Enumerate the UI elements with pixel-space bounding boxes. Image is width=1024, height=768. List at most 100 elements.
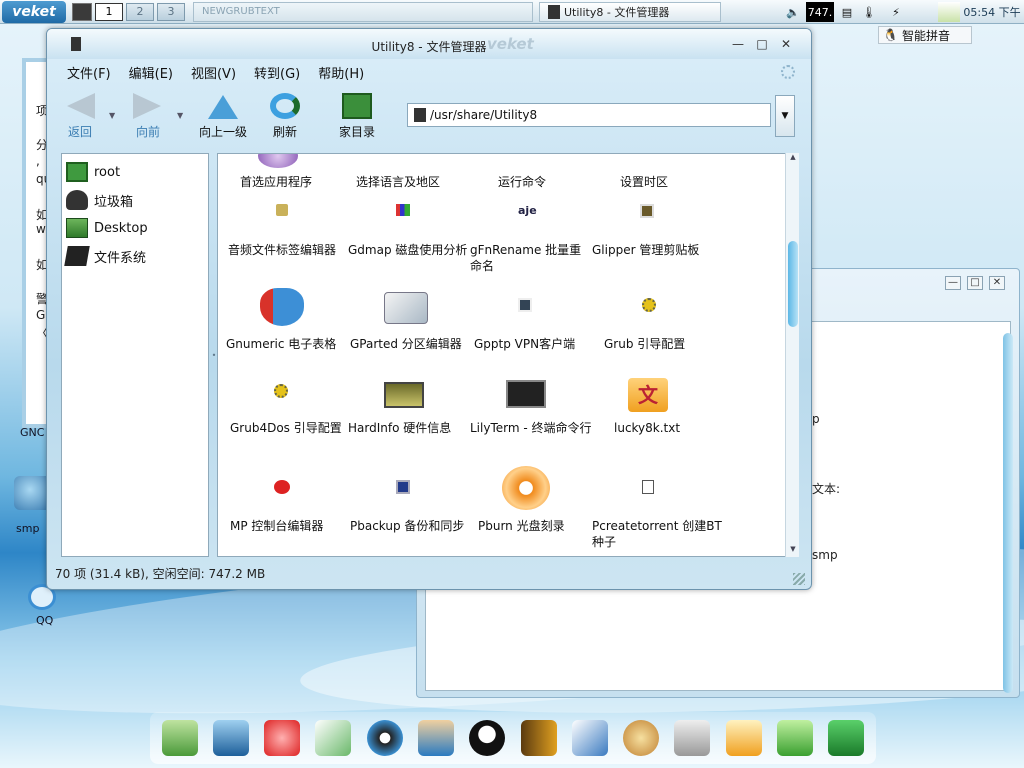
palette-dock-icon[interactable] — [623, 720, 660, 756]
menu-help[interactable]: 帮助(H) — [318, 63, 364, 82]
file-item[interactable]: 音频文件标签编辑器 — [228, 242, 350, 258]
file-label: lucky8k.txt — [614, 421, 681, 435]
cpu-monitor-icon[interactable] — [938, 2, 960, 22]
sidebar-item-filesystem[interactable]: 文件系统 — [62, 242, 208, 270]
menu-view[interactable]: 视图(V) — [191, 63, 236, 82]
games-dock-icon[interactable] — [725, 720, 762, 756]
media-player-dock-icon[interactable] — [366, 720, 403, 756]
sidebar-item-desktop[interactable]: Desktop — [62, 214, 208, 242]
volume-icon[interactable]: 🔈 — [782, 2, 804, 22]
maximize-button[interactable]: □ — [967, 276, 983, 290]
file-label: 运行命令 — [498, 175, 547, 189]
menu-file[interactable]: 文件(F) — [67, 63, 111, 82]
file-item[interactable]: gFnRename 批量重命名 — [470, 242, 592, 274]
input-method-indicator[interactable]: 🐧 智能拼音 — [878, 26, 972, 44]
clock[interactable]: 05:54 下午 — [962, 2, 1022, 22]
vertical-scrollbar[interactable]: ▲ ▼ — [785, 153, 799, 557]
notebook-dock-icon[interactable] — [520, 720, 557, 756]
back-button[interactable]: 返回 — [63, 93, 97, 140]
camera-dock-icon[interactable] — [828, 720, 865, 756]
file-item[interactable]: 运行命令 — [498, 174, 578, 190]
file-label: Pcreatetorrent 创建BT种子 — [592, 519, 722, 549]
chart-dock-icon[interactable] — [571, 720, 608, 756]
menu-logo-button[interactable]: veket — [2, 0, 66, 23]
scroll-up-icon[interactable]: ▲ — [786, 153, 800, 165]
desktop-icon-label[interactable]: QQ — [36, 614, 53, 627]
file-item[interactable]: lucky8k.txt — [614, 420, 736, 436]
refresh-button[interactable]: 刷新 — [267, 93, 303, 140]
minimize-button[interactable]: — — [731, 38, 745, 50]
file-item[interactable]: MP 控制台编辑器 — [230, 518, 352, 534]
file-item[interactable]: LilyTerm - 终端命令行 — [470, 420, 592, 436]
location-dropdown-button[interactable]: ▼ — [775, 95, 795, 137]
file-item[interactable]: Grub 引导配置 — [604, 336, 726, 352]
file-item[interactable]: HardInfo 硬件信息 — [348, 420, 470, 436]
file-item[interactable]: 设置时区 — [620, 174, 742, 190]
workspace-2[interactable]: 2 — [126, 2, 154, 21]
sidebar-item-label: 垃圾箱 — [94, 194, 134, 210]
file-item[interactable]: Grub4Dos 引导配置 — [230, 420, 352, 436]
file-item[interactable]: Gpptp VPN客户端 — [474, 336, 596, 352]
menu-bar: 文件(F) 编辑(E) 视图(V) 转到(G) 帮助(H) — [67, 63, 364, 82]
sidebar-item-root[interactable]: root — [62, 158, 208, 186]
home-button[interactable]: 家目录 — [333, 93, 381, 140]
resize-grip-icon[interactable] — [793, 573, 805, 585]
file-item[interactable]: 首选应用程序 — [240, 174, 362, 190]
up-label: 向上一级 — [198, 125, 247, 139]
task-button-active[interactable]: Utility8 - 文件管理器 — [539, 1, 721, 22]
file-label: Grub 引导配置 — [604, 337, 686, 351]
file-manager-dock-icon[interactable] — [161, 720, 198, 756]
file-label: 首选应用程序 — [240, 175, 313, 189]
file-label: 设置时区 — [620, 175, 669, 189]
sidebar-item-trash[interactable]: 垃圾箱 — [62, 186, 208, 214]
file-item[interactable]: Glipper 管理剪贴板 — [592, 242, 722, 258]
file-item[interactable]: GParted 分区编辑器 — [350, 336, 472, 352]
desktop-icon-label[interactable]: smp — [16, 522, 39, 535]
file-item[interactable]: Pburn 光盘刻录 — [478, 518, 600, 534]
maximize-button[interactable]: □ — [755, 38, 769, 50]
qq-penguin-dock-icon[interactable] — [469, 720, 506, 756]
task-label: Utility8 - 文件管理器 — [564, 5, 670, 19]
volume-level[interactable]: 747. — [806, 2, 834, 22]
forward-button[interactable]: 向前 — [131, 93, 165, 140]
location-input[interactable]: /usr/share/Utility8 — [407, 103, 771, 127]
workspace-1[interactable]: 1 — [95, 2, 123, 21]
desktop-icon-label[interactable]: GNC — [20, 426, 44, 439]
file-label: LilyTerm - 终端命令行 — [470, 421, 592, 435]
menu-edit[interactable]: 编辑(E) — [129, 63, 173, 82]
workspace-3[interactable]: 3 — [157, 2, 185, 21]
sidebar-item-label: 文件系统 — [94, 250, 147, 266]
file-item[interactable]: Gdmap 磁盘使用分析 — [348, 242, 470, 258]
back-history-dropdown-icon[interactable]: ▼ — [109, 111, 115, 120]
help-dock-icon[interactable] — [777, 720, 814, 756]
file-item[interactable]: 选择语言及地区 — [356, 174, 478, 190]
file-item[interactable]: Gnumeric 电子表格 — [226, 336, 348, 352]
menu-go[interactable]: 转到(G) — [254, 63, 300, 82]
forward-history-dropdown-icon[interactable]: ▼ — [177, 111, 183, 120]
clipboard-tray-icon[interactable]: ▤ — [838, 2, 856, 22]
close-button[interactable]: ✕ — [989, 276, 1005, 290]
users-dock-icon[interactable] — [418, 720, 455, 756]
minimize-button[interactable]: — — [945, 276, 961, 290]
computer-dock-icon[interactable] — [212, 720, 249, 756]
file-item[interactable]: Pbackup 备份和同步 — [350, 518, 472, 534]
thermometer-icon[interactable]: 🌡 — [862, 2, 876, 22]
close-button[interactable]: ✕ — [779, 38, 793, 50]
scrollbar-thumb[interactable] — [788, 241, 798, 327]
up-arrow-icon — [208, 93, 238, 119]
up-button[interactable]: 向上一级 — [195, 93, 251, 140]
editor-dock-icon[interactable] — [315, 720, 352, 756]
file-item[interactable]: Pcreatetorrent 创建BT种子 — [592, 518, 722, 550]
power-icon[interactable]: ⚡ — [886, 2, 906, 22]
audio-tag-icon — [276, 204, 288, 216]
scroll-down-icon[interactable]: ▼ — [786, 545, 800, 557]
file-label: gFnRename 批量重命名 — [470, 243, 582, 273]
file-label: Grub4Dos 引导配置 — [230, 421, 342, 435]
pet-dock-icon[interactable] — [264, 720, 301, 756]
file-icon-view: 首选应用程序 选择语言及地区 运行命令 设置时区 aje 音频文件标签编辑器 G… — [217, 153, 799, 557]
task-button[interactable]: NEWGRUBTEXT — [193, 1, 533, 22]
show-desktop-icon[interactable] — [72, 2, 92, 21]
vertical-scrollbar[interactable] — [1003, 333, 1013, 693]
title-bar[interactable]: Utility8 - 文件管理器 veket — □ ✕ — [47, 29, 811, 59]
usb-drive-dock-icon[interactable] — [674, 720, 711, 756]
